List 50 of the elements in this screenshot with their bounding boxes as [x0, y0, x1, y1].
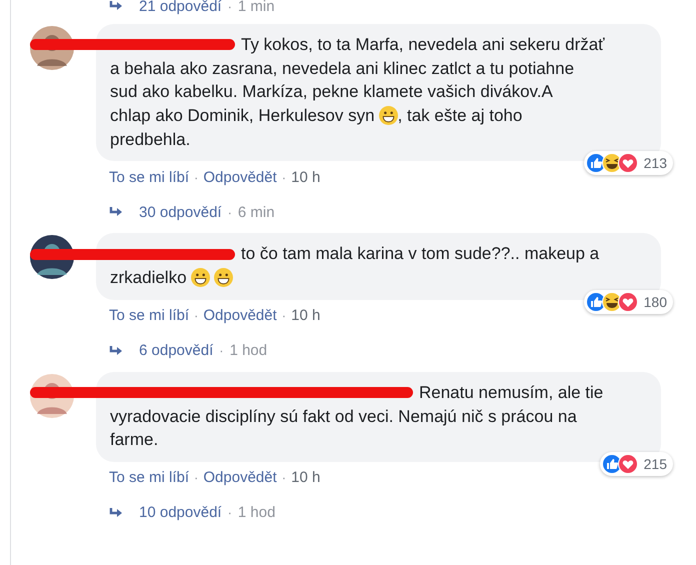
grinning-emoji-icon [190, 268, 210, 288]
comment-text: to čo tam mala karina v tom sude??.. makeup a [241, 243, 600, 266]
separator-dot: · [194, 170, 198, 185]
comment-text: vyradovacie disciplíny sú fakt od veci. Nemajú nič s prácou na [110, 406, 577, 428]
reply-arrow-icon [109, 206, 123, 218]
action-link[interactable]: To se mi líbí [109, 168, 190, 186]
comment-text: Renatu nemusím, ale tie [419, 382, 604, 404]
separator-dot: · [228, 0, 232, 14]
reaction-count: 180 [644, 292, 667, 312]
reply-arrow-icon [109, 344, 123, 357]
comment-time[interactable]: 10 h [291, 469, 320, 486]
action-link[interactable]: To se mi líbí [109, 307, 190, 324]
reactions-badge[interactable]: 213 [584, 151, 673, 176]
separator-dot: · [194, 308, 198, 324]
comment-text: chlap ako Dominik, Herkulesov syn [110, 105, 375, 128]
action-link[interactable]: Odpovědět [203, 168, 277, 186]
comment-text: , tak ešte aj toho [398, 105, 522, 128]
separator-dot: · [282, 308, 286, 324]
action-link[interactable]: To se mi líbí [109, 469, 190, 486]
comment-text: a behala ako zasrana, nevedela ani klinec zatlct a tu potiahne [110, 58, 574, 80]
replies-link[interactable]: 30 odpovědí [139, 204, 222, 221]
action-link[interactable]: Odpovědět [203, 469, 277, 486]
reply-arrow-icon [109, 506, 123, 519]
comment-text: sud ako kabelku. Markíza, pekne klamete vašich divákov.A [110, 81, 553, 104]
grinning-emoji-icon [214, 268, 233, 288]
separator-dot: · [228, 505, 232, 520]
comment-text: predbehla. [110, 128, 190, 151]
comment-text: Ty kokos, to ta Marfa, nevedela ani sekeru držať [241, 34, 605, 56]
separator-dot: · [219, 343, 224, 358]
reactions-badge[interactable]: 180 [584, 290, 673, 314]
reply-arrow-icon [109, 0, 123, 12]
reply-time: 1 hod [230, 342, 268, 360]
comment-text: zrkadielko [110, 267, 187, 290]
replies-link[interactable]: 10 odpovědí [139, 504, 222, 522]
reaction-count: 215 [644, 454, 667, 474]
separator-dot: · [228, 204, 232, 220]
reactions-badge[interactable]: 215 [600, 452, 673, 476]
separator-dot: · [282, 170, 286, 185]
comment-time[interactable]: 10 h [291, 307, 320, 324]
reply-time: 1 min [238, 0, 275, 14]
reply-time: 1 hod [238, 504, 276, 522]
reaction-count: 213 [644, 154, 667, 174]
reply-time: 6 min [238, 204, 275, 221]
action-link[interactable]: Odpovědět [203, 307, 277, 324]
comment-text: farme. [110, 429, 158, 452]
grinning-emoji-icon [378, 106, 398, 126]
comment-time[interactable]: 10 h [291, 168, 320, 186]
separator-dot: · [282, 470, 286, 486]
separator-dot: · [194, 470, 198, 486]
replies-link[interactable]: 6 odpovědí [139, 342, 214, 360]
